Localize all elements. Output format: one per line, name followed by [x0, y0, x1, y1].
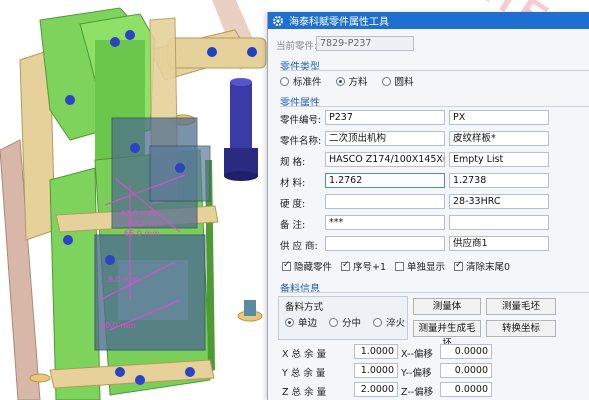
svg-text:66.0 mm: 66.0 mm — [124, 229, 160, 238]
radio-quench-label: 淬火 — [386, 318, 406, 329]
hardness-extra[interactable]: 28-33HRC — [449, 194, 549, 209]
section-divider — [280, 70, 589, 71]
radio-standard[interactable] — [280, 76, 289, 86]
section-divider — [280, 106, 589, 107]
svg-text:93.5 mm: 93.5 mm — [128, 219, 164, 228]
radio-single-side-label: 单边 — [298, 318, 318, 329]
seq-plus-one-label: 序号+1 — [353, 262, 387, 273]
show-alone-checkbox[interactable] — [395, 261, 405, 271]
material-input[interactable]: 1.2762 — [325, 173, 445, 188]
trim-zeros-checkbox[interactable] — [454, 260, 464, 271]
hide-part-checkbox[interactable] — [282, 260, 291, 271]
radio-square-stock-label: 方料 — [348, 77, 368, 88]
measure-generate-blank-button[interactable]: 测量并生成毛坯 — [413, 320, 481, 349]
supplier-label: 供 应 商: — [280, 241, 318, 252]
part-number-input[interactable]: P237 — [325, 110, 445, 125]
y-allowance-label: Y 总 余 量 — [282, 368, 326, 379]
convert-coords-button[interactable]: 转换坐标 — [486, 320, 556, 337]
radio-square-stock[interactable] — [335, 76, 345, 86]
current-part-field: 7829-P237 — [316, 36, 414, 51]
radio-centered-label: 分中 — [342, 318, 362, 329]
hide-part-label: 隐藏零件 — [294, 262, 333, 273]
part-number-label: 零件编号: — [280, 115, 322, 126]
x-allowance-label: X 总 余 量 — [282, 349, 327, 360]
options-checkbox-row: 隐藏零件 序号+1 单独显示 清除末尾0 — [282, 259, 510, 273]
material-label: 材 料: — [280, 178, 306, 189]
part-name-label: 零件名称: — [280, 136, 322, 147]
seq-plus-one-checkbox[interactable] — [341, 260, 351, 271]
z-allowance-input[interactable]: 2.0000 — [354, 382, 398, 397]
gear-icon — [273, 15, 283, 26]
show-alone-label: 单独显示 — [407, 262, 446, 273]
property-panel: 海泰科赋零件属性工具 当前零件: 7829-P237 零件类型 标准件 方料 圆… — [267, 12, 589, 400]
y-offset-input[interactable]: 0.0000 — [440, 363, 492, 378]
z-offset-label: Z--偏移 — [401, 387, 434, 398]
svg-text:40.0 mm: 40.0 mm — [100, 321, 136, 330]
measure-body-button[interactable]: 测量体 — [413, 298, 481, 315]
z-allowance-label: Z 总 余 量 — [282, 387, 327, 398]
y-offset-label: Y--偏移 — [401, 368, 432, 379]
remark-label: 备 注: — [280, 220, 306, 231]
radio-round-stock-label: 圆料 — [394, 77, 414, 88]
hardness-input[interactable] — [325, 194, 445, 209]
supplier-extra[interactable]: 供应商1 — [449, 236, 549, 251]
part-number-extra[interactable]: PX — [449, 110, 549, 125]
spec-dropdown[interactable]: Empty List — [449, 152, 549, 167]
radio-single-side[interactable] — [285, 317, 294, 327]
spec-label: 规 格: — [280, 157, 306, 168]
part-name-input[interactable]: 二次顶出机构 — [325, 131, 445, 146]
radio-standard-label: 标准件 — [293, 77, 322, 88]
material-extra[interactable]: 1.2738 — [449, 173, 549, 188]
part-name-extra[interactable]: 皮纹样板* — [449, 131, 549, 146]
trim-zeros-label: 清除末尾0 — [466, 262, 511, 273]
x-allowance-input[interactable]: 1.0000 — [354, 344, 398, 359]
svg-text:47.0 mm: 47.0 mm — [120, 209, 156, 218]
supplier-input[interactable] — [325, 236, 445, 251]
x-offset-label: X--偏移 — [401, 349, 433, 360]
x-offset-input[interactable]: 0.0000 — [440, 344, 492, 359]
measure-blank-button[interactable]: 测量毛坯 — [486, 298, 556, 315]
current-part-label: 当前零件: — [276, 41, 318, 52]
remark-input[interactable]: *** — [325, 215, 445, 230]
window-titlebar[interactable]: 海泰科赋零件属性工具 — [268, 12, 589, 29]
stock-method-group: 备料方式 单边 分中 淬火 — [278, 296, 408, 340]
radio-quench[interactable] — [373, 317, 383, 327]
y-allowance-input[interactable]: 1.0000 — [354, 363, 398, 378]
svg-text:8.0 mm: 8.0 mm — [108, 275, 139, 284]
part-type-radio-group: 标准件 方料 圆料 — [280, 74, 414, 88]
spec-input[interactable]: HASCO Z174/100X145X0 — [325, 152, 445, 167]
radio-centered[interactable] — [329, 317, 339, 327]
window-title: 海泰科赋零件属性工具 — [289, 17, 389, 28]
remark-extra[interactable] — [449, 215, 549, 230]
radio-round-stock[interactable] — [381, 76, 391, 86]
z-offset-input[interactable]: 0.0000 — [440, 382, 492, 397]
hardness-label: 硬 度: — [280, 199, 306, 210]
section-divider — [280, 292, 589, 293]
stock-method-title: 备料方式 — [285, 302, 324, 313]
